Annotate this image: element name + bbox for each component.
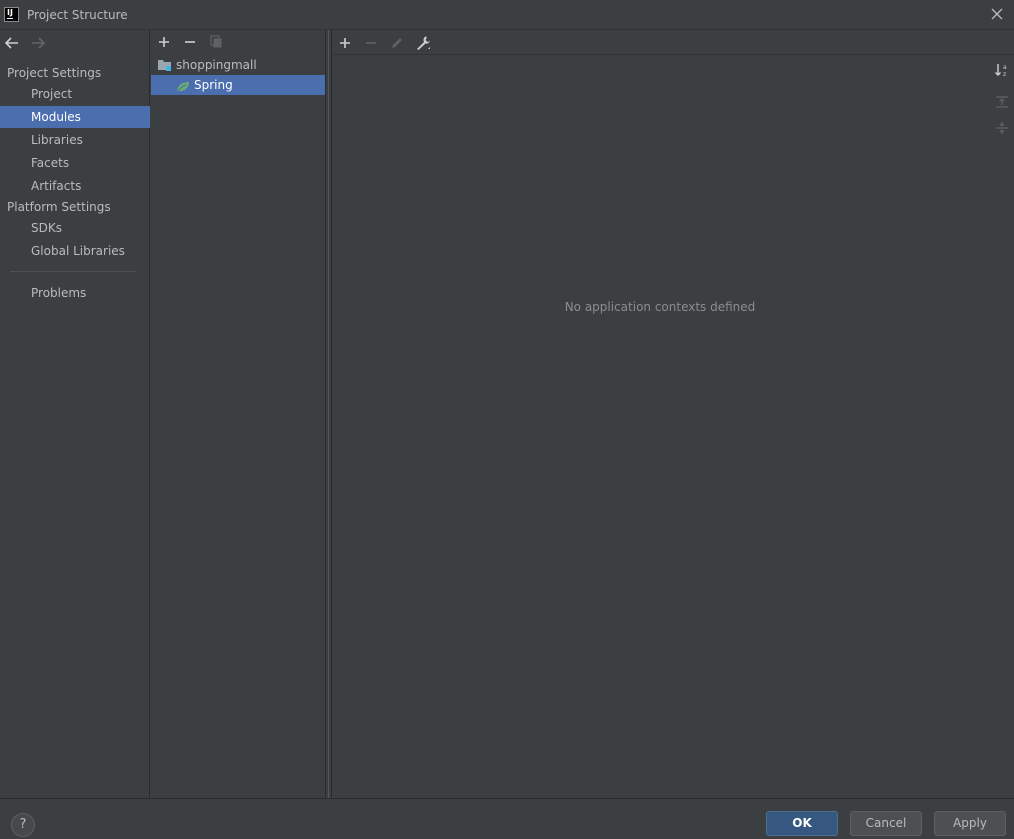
- back-arrow-icon[interactable]: [4, 36, 20, 50]
- platform-settings-heading: Platform Settings: [7, 200, 111, 214]
- sidebar-item-project[interactable]: Project: [0, 83, 150, 105]
- sidebar-divider: [10, 271, 136, 272]
- tree-item-shoppingmall[interactable]: shoppingmall: [151, 55, 325, 75]
- add-context-icon[interactable]: [337, 35, 353, 51]
- sidebar-item-problems[interactable]: Problems: [0, 282, 150, 304]
- modules-toolbar: [151, 30, 325, 54]
- tree-item-label: shoppingmall: [176, 58, 257, 72]
- intellij-logo-icon: IJ: [4, 7, 19, 22]
- sort-alphabetically-icon[interactable]: az: [994, 62, 1010, 78]
- ok-button[interactable]: OK: [766, 811, 838, 836]
- project-settings-heading: Project Settings: [7, 66, 102, 80]
- svg-text:a: a: [1003, 64, 1007, 71]
- empty-state-message: No application contexts defined: [564, 300, 756, 314]
- sidebar-item-sdks[interactable]: SDKs: [0, 217, 150, 239]
- sidebar-item-modules[interactable]: Modules: [0, 106, 150, 128]
- tree-item-spring[interactable]: Spring: [151, 75, 325, 95]
- sidebar-item-artifacts[interactable]: Artifacts: [0, 175, 150, 197]
- edit-pencil-icon[interactable]: [389, 35, 405, 51]
- cancel-button[interactable]: Cancel: [850, 811, 922, 836]
- modules-panel: shoppingmall Spring: [151, 30, 325, 798]
- copy-icon[interactable]: [208, 34, 224, 50]
- remove-context-icon[interactable]: [363, 35, 379, 51]
- contexts-toolbar: [332, 30, 1014, 55]
- sidebar-item-libraries[interactable]: Libraries: [0, 129, 150, 151]
- dialog-footer: ? OK Cancel Apply: [0, 798, 1014, 839]
- close-icon[interactable]: [988, 5, 1006, 23]
- svg-text:z: z: [1003, 71, 1006, 78]
- remove-icon[interactable]: [182, 34, 198, 50]
- add-icon[interactable]: [156, 34, 172, 50]
- panel-splitter[interactable]: [325, 30, 332, 798]
- help-button[interactable]: ?: [11, 813, 35, 837]
- collapse-all-icon[interactable]: [994, 120, 1010, 136]
- window-title: Project Structure: [27, 8, 128, 22]
- settings-sidebar: Project Settings Project Modules Librari…: [0, 30, 150, 798]
- sidebar-item-global-libraries[interactable]: Global Libraries: [0, 240, 150, 262]
- expand-all-icon[interactable]: [994, 94, 1010, 110]
- apply-button[interactable]: Apply: [934, 811, 1006, 836]
- spring-leaf-icon: [175, 79, 191, 93]
- title-bar: IJ Project Structure: [0, 0, 1014, 30]
- right-side-toolbar: az: [990, 56, 1014, 146]
- sidebar-item-facets[interactable]: Facets: [0, 152, 150, 174]
- module-folder-icon: [157, 58, 173, 72]
- forward-arrow-icon[interactable]: [30, 36, 46, 50]
- tree-item-label: Spring: [194, 78, 233, 92]
- wrench-icon[interactable]: [415, 35, 431, 51]
- spring-contexts-panel: az No application contexts defined: [332, 30, 1014, 798]
- navigation-arrows: [0, 30, 150, 56]
